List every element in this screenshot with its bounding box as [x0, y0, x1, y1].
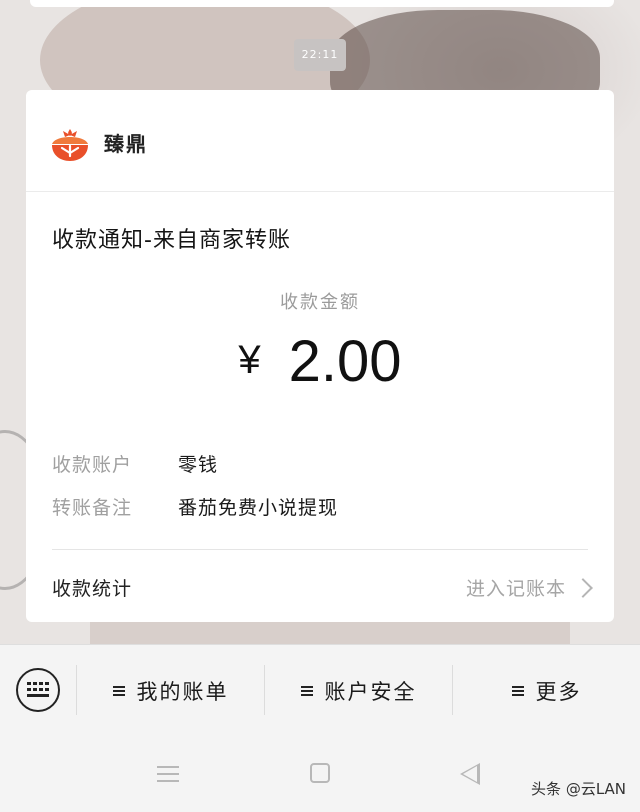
hamburger-icon: [112, 686, 125, 696]
nav-back-icon[interactable]: [460, 763, 480, 785]
info-key: 收款账户: [52, 454, 133, 476]
tomato-logo-icon: [52, 129, 88, 161]
system-navigation-bar: [0, 736, 640, 812]
menu-item-label: 我的账单: [136, 680, 229, 704]
watermark-text: 头条 @云LAN: [531, 780, 626, 798]
card-divider: [52, 549, 588, 550]
open-ledger-label: 进入记账本: [465, 578, 566, 600]
keyboard-icon: [27, 682, 49, 698]
amount-display: ¥2.00: [26, 328, 614, 395]
official-account-menu-bar: 我的账单 账户安全 更多: [0, 644, 640, 736]
nav-home-icon[interactable]: [310, 763, 330, 783]
notification-title: 收款通知-来自商家转账: [52, 228, 291, 253]
payment-notification-card[interactable]: 臻鼎 收款通知-来自商家转账 收款金额 ¥2.00 收款账户 零钱 转账备注 番茄免…: [26, 90, 614, 622]
hamburger-icon: [300, 686, 313, 696]
menu-item-my-bills[interactable]: 我的账单: [77, 645, 264, 737]
nav-menu-icon[interactable]: [157, 766, 179, 782]
amount-label: 收款金额: [280, 292, 360, 313]
info-key: 转账备注: [52, 497, 133, 519]
menu-item-account-security[interactable]: 账户安全: [265, 645, 452, 737]
chevron-right-icon: [573, 577, 593, 598]
menu-item-more[interactable]: 更多: [453, 645, 640, 737]
hamburger-icon: [511, 686, 524, 696]
merchant-name: 臻鼎: [104, 132, 148, 156]
chat-timestamp: 22:11: [294, 39, 346, 71]
amount-value: 2.00: [288, 329, 402, 394]
keyboard-toggle-button[interactable]: [16, 668, 60, 712]
open-ledger-link[interactable]: 进入记账本: [465, 574, 593, 601]
menu-item-label: 更多: [535, 680, 582, 704]
info-value: 零钱: [178, 454, 219, 476]
info-row-account: 收款账户 零钱: [52, 450, 218, 477]
info-value: 番茄免费小说提现: [178, 497, 339, 519]
payment-stats-label: 收款统计: [52, 578, 133, 600]
previous-message-edge: [30, 0, 614, 7]
currency-symbol: ¥: [238, 338, 261, 382]
card-header[interactable]: 臻鼎: [26, 90, 614, 192]
info-row-remark: 转账备注 番茄免费小说提现: [52, 493, 338, 520]
menu-item-label: 账户安全: [324, 680, 417, 704]
